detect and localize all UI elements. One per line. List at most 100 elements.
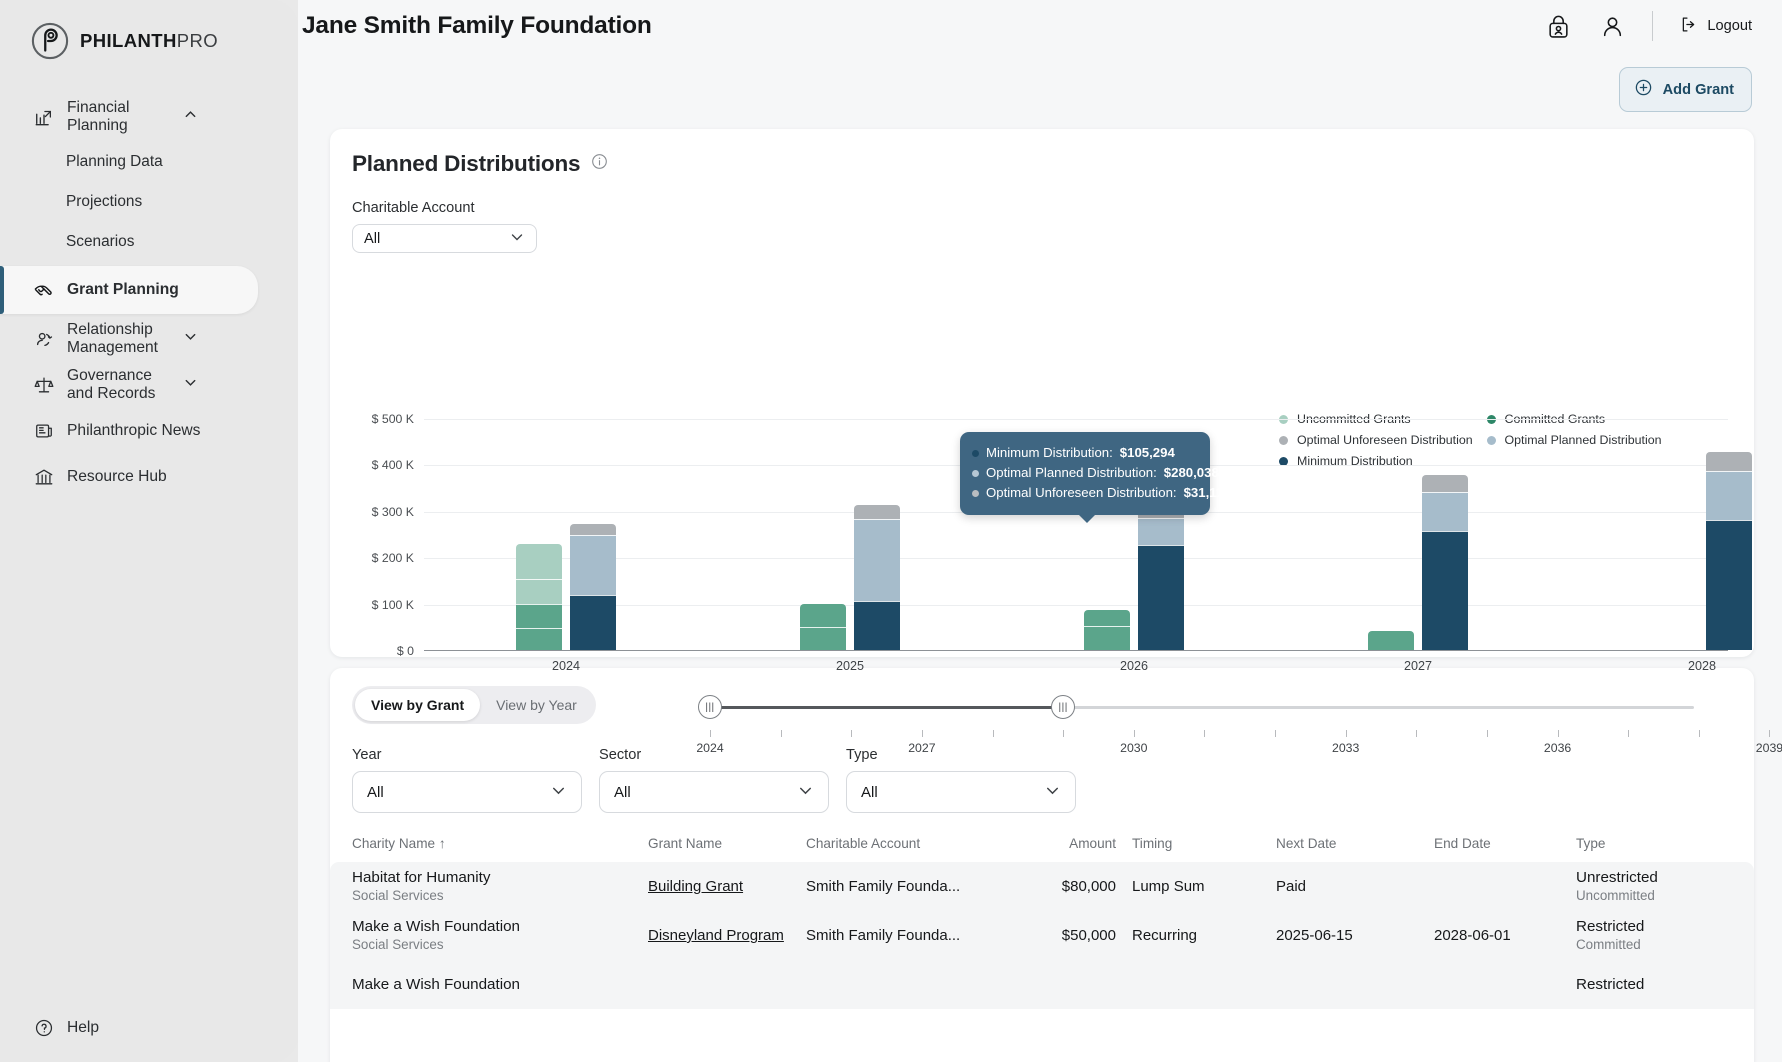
app-root: PHILANTHPRO Financial Planning Planning … <box>0 0 1782 1062</box>
grant-name-link[interactable]: Disneyland Program <box>648 927 784 944</box>
year-range-slider[interactable]: ||| ||| 2024202720302033203620392042 <box>696 689 1782 759</box>
bar-distributions-2025[interactable] <box>854 505 900 650</box>
tab-view-by-year[interactable]: View by Year <box>480 689 593 721</box>
slider-ticks <box>710 730 1771 738</box>
bar-segment[interactable] <box>1422 491 1468 532</box>
drag-grip-icon: ||| <box>705 701 715 713</box>
cell-account: Smith Family Founda... <box>806 878 961 895</box>
bar-distributions-2028[interactable] <box>1706 452 1752 650</box>
bar-segment[interactable] <box>800 603 846 628</box>
sidebar-label-scenarios: Scenarios <box>66 233 135 250</box>
slider-handle-left[interactable]: ||| <box>698 695 722 719</box>
type-sub: Committed <box>1576 937 1641 952</box>
tab-view-by-grant[interactable]: View by Grant <box>355 689 481 721</box>
slider-tick-label: 2036 <box>1543 741 1572 755</box>
sidebar-item-help[interactable]: Help <box>0 1017 99 1038</box>
col-type[interactable]: Type <box>1576 830 1754 862</box>
bar-segment[interactable] <box>1084 626 1130 650</box>
slider-tick <box>1698 730 1700 737</box>
sidebar-item-scenarios[interactable]: Scenarios <box>0 222 298 262</box>
table-row[interactable]: Make a Wish Foundation Restricted <box>330 960 1754 1009</box>
col-timing[interactable]: Timing <box>1116 830 1276 862</box>
slider-tick-label: 2039 <box>1755 741 1782 755</box>
sidebar-item-planning-data[interactable]: Planning Data <box>0 142 298 182</box>
col-amount[interactable]: Amount <box>1024 830 1116 862</box>
charity-name: Make a Wish Foundation <box>352 918 520 935</box>
bar-segment[interactable] <box>1138 518 1184 546</box>
slider-tick <box>710 730 711 737</box>
bar-segment[interactable] <box>516 603 562 628</box>
bar-segment[interactable] <box>1706 470 1752 520</box>
bar-segment[interactable] <box>1422 474 1468 492</box>
bar-segment[interactable] <box>516 544 562 580</box>
bar-segment[interactable] <box>516 627 562 650</box>
col-charity-name[interactable]: Charity Name ↑ <box>330 830 648 862</box>
bar-segment[interactable] <box>854 519 900 601</box>
user-icon[interactable] <box>1598 12 1626 40</box>
filter-year-value: All <box>367 783 384 801</box>
table-row[interactable]: Habitat for Humanity Social Services Bui… <box>330 862 1754 911</box>
slider-tick <box>1133 730 1135 737</box>
col-end-date[interactable]: End Date <box>1434 830 1576 862</box>
bar-segment[interactable] <box>1368 630 1414 650</box>
slider-tick <box>1345 730 1347 737</box>
filter-sector-select[interactable]: All <box>599 771 829 813</box>
col-next-date[interactable]: Next Date <box>1276 830 1434 862</box>
filter-type-select[interactable]: All <box>846 771 1076 813</box>
sidebar-item-projections[interactable]: Projections <box>0 182 298 222</box>
cell-next-date: 2025-06-15 <box>1276 927 1353 944</box>
main-content: Jane Smith Family Foundation Logout Add … <box>298 0 1782 1062</box>
brand-light: PRO <box>176 30 219 51</box>
bar-segment[interactable] <box>570 523 616 536</box>
sidebar-item-governance-and-records[interactable]: Governance and Records <box>0 364 298 406</box>
bar-distributions-2024[interactable] <box>570 523 616 650</box>
info-icon[interactable] <box>591 153 608 175</box>
bar-segment[interactable] <box>1138 545 1184 650</box>
tooltip-row: Optimal Unforeseen Distribution: $31,115 <box>972 483 1231 503</box>
bar-segment[interactable] <box>800 627 846 650</box>
sidebar-item-resource-hub[interactable]: Resource Hub <box>0 456 298 498</box>
bar-segment[interactable] <box>854 505 900 520</box>
bar-segment[interactable] <box>854 600 900 650</box>
bar-grants-2025[interactable] <box>800 603 846 650</box>
slider-tick <box>1486 730 1488 737</box>
sidebar-item-philanthropic-news[interactable]: Philanthropic News <box>0 410 298 452</box>
bar-grants-2027[interactable] <box>1368 630 1414 650</box>
bar-segment[interactable] <box>516 579 562 604</box>
logout-button[interactable]: Logout <box>1679 15 1752 38</box>
bar-distributions-2027[interactable] <box>1422 474 1468 650</box>
bar-segment[interactable] <box>1084 609 1130 627</box>
bar-grants-2026[interactable] <box>1084 609 1130 650</box>
grant-name-link[interactable]: Building Grant <box>648 878 743 895</box>
add-grant-button[interactable]: Add Grant <box>1618 67 1752 112</box>
lock-user-icon[interactable] <box>1544 12 1572 40</box>
x-axis-tick-label: 2027 <box>1403 659 1433 673</box>
x-axis-tick-label: 2026 <box>1119 659 1149 673</box>
sidebar-item-grant-planning[interactable]: Grant Planning <box>0 266 258 314</box>
bar-segment[interactable] <box>1706 452 1752 471</box>
bar-segment[interactable] <box>1422 531 1468 650</box>
page-title: Jane Smith Family Foundation <box>302 12 652 39</box>
slider-handle-right[interactable]: ||| <box>1051 695 1076 719</box>
slider-tick <box>1769 730 1771 737</box>
bar-grants-2024[interactable] <box>516 544 562 650</box>
col-charitable-account[interactable]: Charitable Account <box>806 830 1024 862</box>
bar-segment[interactable] <box>570 594 616 650</box>
bar-segment[interactable] <box>1706 519 1752 650</box>
charity-sector: Social Services <box>352 888 444 903</box>
filter-year: Year All <box>352 747 582 813</box>
sidebar-item-relationship-management[interactable]: Relationship Management <box>0 318 298 360</box>
bar-distributions-2026[interactable] <box>1138 504 1184 650</box>
filter-year-select[interactable]: All <box>352 771 582 813</box>
y-axis-tick-label: $ 100 K <box>371 597 414 612</box>
slider-tick <box>921 730 923 737</box>
col-grant-name[interactable]: Grant Name <box>648 830 806 862</box>
brand[interactable]: PHILANTHPRO <box>0 0 298 60</box>
slider-tick-label: 2024 <box>696 741 724 755</box>
table-row[interactable]: Make a Wish Foundation Social Services D… <box>330 911 1754 960</box>
table-body: Habitat for Humanity Social Services Bui… <box>330 862 1754 1009</box>
sidebar-item-financial-planning[interactable]: Financial Planning <box>0 96 298 138</box>
bar-segment[interactable] <box>570 535 616 595</box>
y-axis-labels: $ 0 $ 100 K $ 200 K $ 300 K $ 400 K $ 500 K <box>352 412 414 658</box>
charitable-account-select[interactable]: All <box>352 224 537 253</box>
